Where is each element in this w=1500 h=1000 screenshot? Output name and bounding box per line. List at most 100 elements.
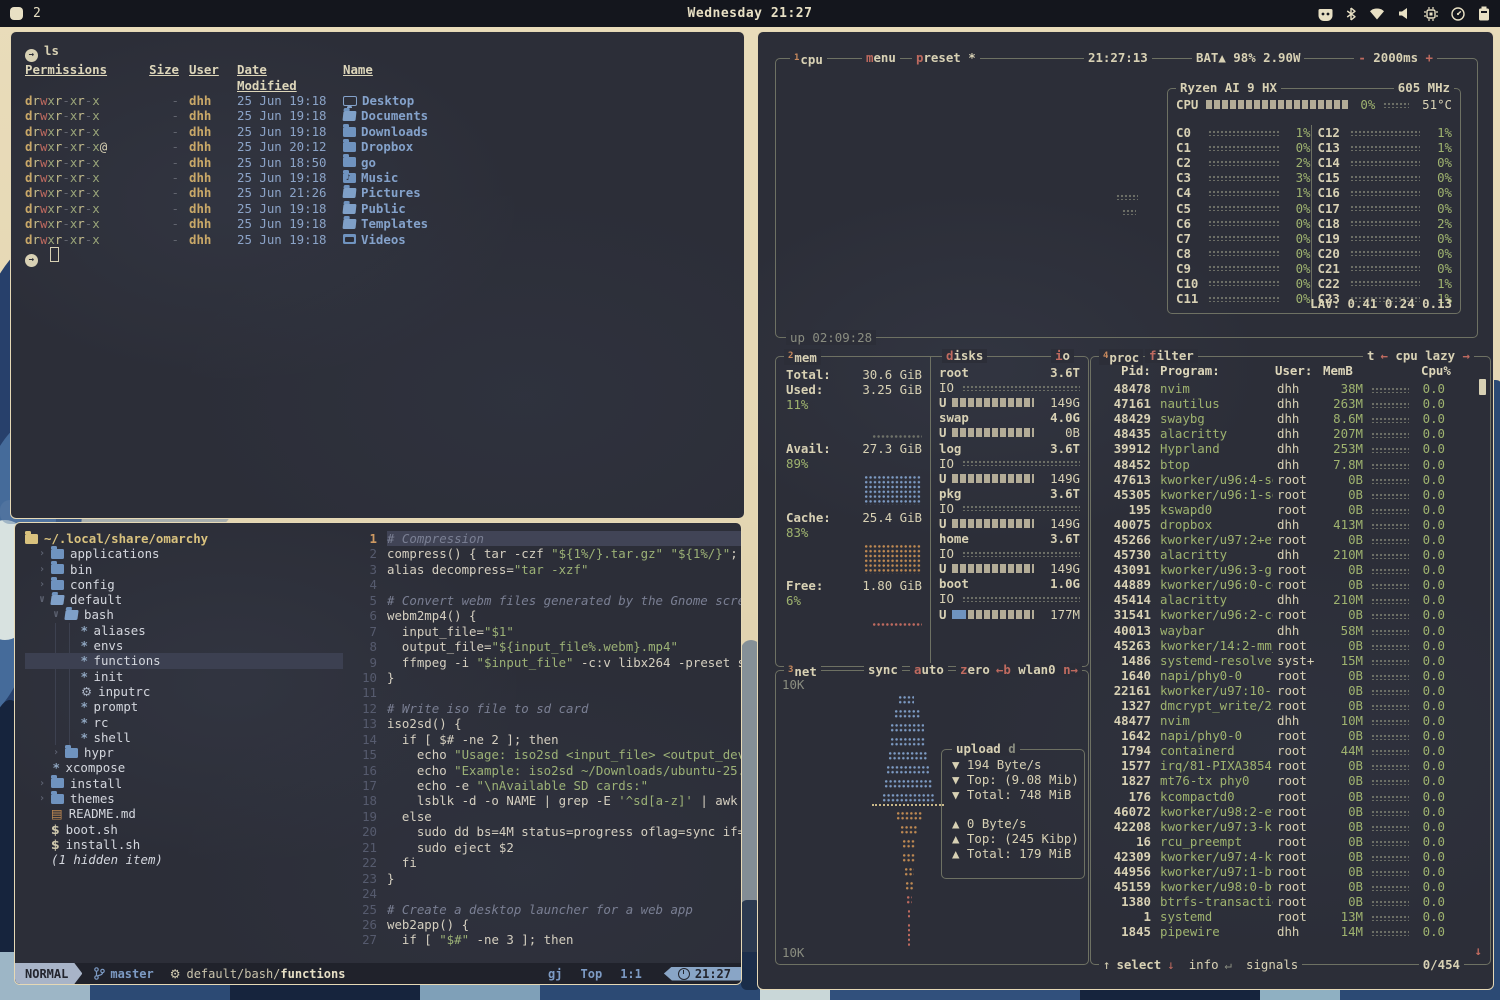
process-row[interactable]: 1 systemd root 13M 0.0 (1097, 909, 1472, 924)
process-row[interactable]: 42309 kworker/u97:4-kv root 0B 0.0 (1097, 849, 1472, 864)
sync-button[interactable]: sync (864, 663, 902, 677)
process-row[interactable]: 45305 kworker/u96:1-sd root 0B 0.0 (1097, 487, 1472, 502)
net-info-title[interactable]: upload d (952, 742, 1020, 756)
select-up-key[interactable]: ↑ (1103, 957, 1110, 972)
code-line[interactable]: 16 echo "Example: iso2sd ~/Downloads/ubu… (343, 763, 741, 778)
process-row[interactable]: 47161 nautilus dhh 263M 0.0 (1097, 396, 1472, 411)
poll-minus-button[interactable]: - (1358, 50, 1365, 65)
bluetooth-icon[interactable] (1346, 7, 1356, 21)
code-line[interactable]: 18 lsblk -d -o NAME | grep -E '^sd[a-z]'… (343, 793, 741, 808)
col-memb[interactable]: MemB (1323, 363, 1353, 378)
process-row[interactable]: 39912 Hyprland dhh 253M 0.0 (1097, 441, 1472, 456)
code-line[interactable]: 1 # Compression (343, 531, 741, 546)
tree-item[interactable]: boot.sh (25, 822, 343, 837)
tree-item[interactable]: rc (25, 715, 343, 730)
workspace-number[interactable]: 2 (33, 6, 41, 21)
tree-item[interactable]: envs (25, 638, 343, 653)
battery-icon[interactable] (1478, 6, 1490, 21)
tree-item[interactable]: › bin (25, 562, 343, 577)
workspace-indicator-icon[interactable] (10, 7, 23, 20)
info-button[interactable]: info (1189, 957, 1219, 972)
code-line[interactable]: 21 sudo eject $2 (343, 840, 741, 855)
code-line[interactable]: 23 } (343, 871, 741, 886)
code-line[interactable]: 6 webm2mp4() { (343, 608, 741, 623)
tree-item[interactable]: › themes (25, 791, 343, 806)
cpu-title[interactable]: 1cpu (790, 51, 827, 67)
code-panel[interactable]: 1 # Compression 2 compress() { tar -czf … (343, 523, 741, 963)
code-line[interactable]: 3 alias decompress="tar -xzf" (343, 562, 741, 577)
process-row[interactable]: 48435 alacritty dhh 207M 0.0 (1097, 426, 1472, 441)
tree-item[interactable]: init (25, 669, 343, 684)
signals-button[interactable]: signals (1246, 957, 1298, 972)
tree-item[interactable]: aliases (25, 623, 343, 638)
process-row[interactable]: 46072 kworker/u98:2-ev root 0B 0.0 (1097, 804, 1472, 819)
process-row[interactable]: 44889 kworker/u96:0-co root 0B 0.0 (1097, 577, 1472, 592)
code-line[interactable]: 22 fi (343, 855, 741, 870)
process-row[interactable]: 48429 swaybg dhh 8.6M 0.0 (1097, 411, 1472, 426)
volume-icon[interactable] (1398, 7, 1411, 20)
auto-button[interactable]: auto (910, 663, 948, 677)
code-line[interactable]: 26 web2app() { (343, 917, 741, 932)
tree-item[interactable]: › install (25, 776, 343, 791)
prompt-line[interactable]: →ls (25, 43, 730, 62)
gauge-icon[interactable] (1451, 7, 1465, 21)
poll-rate-control[interactable]: - 2000ms + (1354, 51, 1437, 65)
col-program[interactable]: Program: (1160, 363, 1220, 378)
chip-icon[interactable] (1424, 7, 1438, 21)
code-line[interactable]: 10 } (343, 670, 741, 685)
code-line[interactable]: 2 compress() { tar -czf "${1%/}.tar.gz" … (343, 546, 741, 561)
process-row[interactable]: 45263 kworker/14:2-mm_ root 0B 0.0 (1097, 638, 1472, 653)
code-line[interactable]: 5 # Convert webm files generated by the … (343, 593, 741, 608)
zero-button[interactable]: zero (956, 663, 994, 677)
tree-item[interactable]: inputrc (25, 684, 343, 699)
code-line[interactable]: 19 else (343, 809, 741, 824)
process-row[interactable]: 45730 alacritty dhh 210M 0.0 (1097, 547, 1472, 562)
tree-root[interactable]: ~/.local/share/omarchy (25, 531, 343, 546)
process-row[interactable]: 1845 pipewire dhh 14M 0.0 (1097, 924, 1472, 939)
code-line[interactable]: 14 if [ $# -ne 2 ]; then (343, 732, 741, 747)
process-row[interactable]: 40013 waybar dhh 58M 0.0 (1097, 623, 1472, 638)
process-row[interactable]: 48452 btop dhh 7.8M 0.0 (1097, 456, 1472, 471)
process-row[interactable]: 176 kcompactd0 root 0B 0.0 (1097, 789, 1472, 804)
process-row[interactable]: 47613 kworker/u96:4-sd root 0B 0.0 (1097, 472, 1472, 487)
process-row[interactable]: 42208 kworker/u97:3-kc root 0B 0.0 (1097, 819, 1472, 834)
tree-item[interactable]: install.sh (25, 837, 343, 852)
filter-button[interactable]: filter (1145, 349, 1198, 363)
tree-item[interactable]: › hypr (25, 745, 343, 760)
process-row[interactable]: 16 rcu_preempt root 0B 0.0 (1097, 834, 1472, 849)
editor-window[interactable]: ~/.local/share/omarchy › applications › … (14, 522, 742, 985)
code-line[interactable]: 27 if [ "$#" -ne 3 ]; then (343, 932, 741, 947)
code-line[interactable]: 9 ffmpeg -i "$input_file" -c:v libx264 -… (343, 655, 741, 670)
sort-control[interactable]: ← cpu lazy → (1376, 349, 1474, 363)
select-down-key[interactable]: ↓ (1167, 957, 1174, 972)
code-line[interactable]: 20 sudo dd bs=4M status=progress oflag=s… (343, 824, 741, 839)
tree-item[interactable]: › applications (25, 546, 343, 561)
terminal-window[interactable]: →ls Permissions Size User Date Modified … (10, 31, 745, 519)
menu-button[interactable]: menu (862, 51, 900, 65)
process-row[interactable]: 40075 dropbox dhh 413M 0.0 (1097, 517, 1472, 532)
code-line[interactable]: 12 # Write iso file to sd card (343, 701, 741, 716)
code-line[interactable]: 7 input_file="$1" (343, 624, 741, 639)
process-row[interactable]: 48477 nvim dhh 10M 0.0 (1097, 713, 1472, 728)
tree-item[interactable]: shell (25, 730, 343, 745)
sort-right-arrow[interactable]: → (1463, 348, 1470, 363)
process-row[interactable]: 1380 btrfs-transactio root 0B 0.0 (1097, 894, 1472, 909)
process-row[interactable]: 1640 napi/phy0-0 root 0B 0.0 (1097, 668, 1472, 683)
code-line[interactable]: 15 echo "Usage: iso2sd <input_file> <out… (343, 747, 741, 762)
preset-button[interactable]: preset * (912, 51, 980, 65)
process-row[interactable]: 43091 kworker/u96:3-gf root 0B 0.0 (1097, 562, 1472, 577)
process-row[interactable]: 1486 systemd-resolve syst+ 15M 0.0 (1097, 653, 1472, 668)
scroll-down-indicator[interactable]: ↓ (1475, 943, 1482, 958)
col-cpu[interactable]: Cpu% (1421, 363, 1451, 378)
tree-item[interactable]: ∨ bash (25, 607, 343, 622)
tree-item[interactable]: prompt (25, 699, 343, 714)
tree-item[interactable]: README.md (25, 806, 343, 821)
proc-scrollbar-thumb[interactable] (1479, 379, 1486, 395)
code-line[interactable]: 4 (343, 577, 741, 592)
col-user[interactable]: User: (1275, 363, 1312, 378)
tree-item[interactable]: (1 hidden item) (25, 852, 343, 867)
tree-item[interactable]: xcompose (25, 760, 343, 775)
process-row[interactable]: 45414 alacritty dhh 210M 0.0 (1097, 592, 1472, 607)
process-row[interactable]: 31541 kworker/u96:2-co root 0B 0.0 (1097, 607, 1472, 622)
code-line[interactable]: 11 (343, 685, 741, 700)
